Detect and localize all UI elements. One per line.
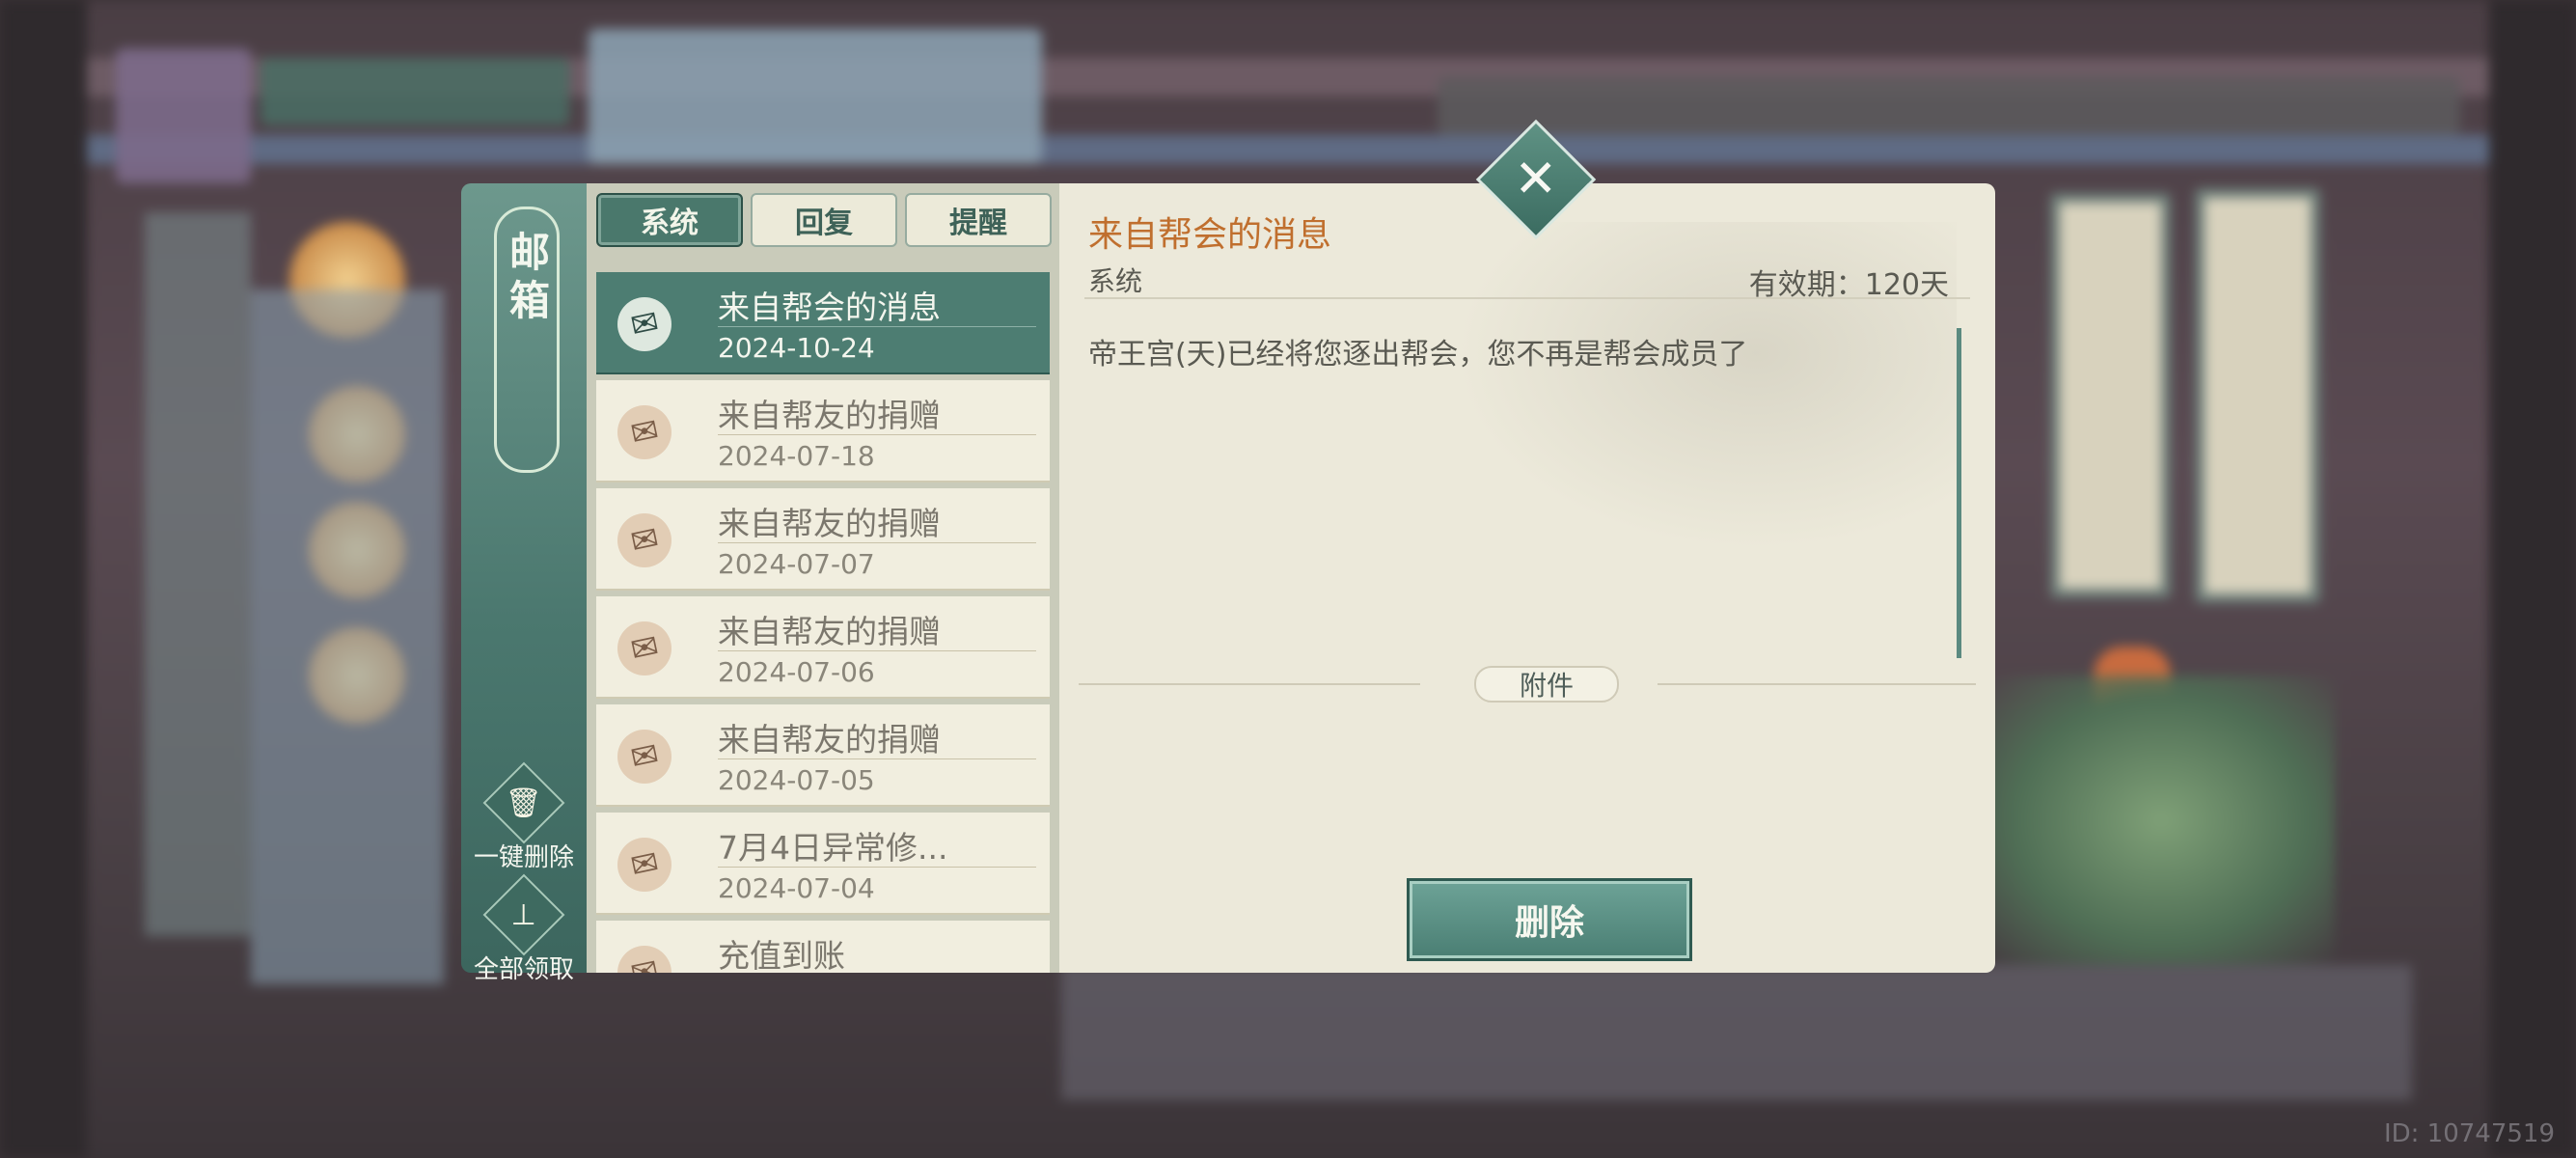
tab-reminder[interactable]: 提醒 [905, 193, 1052, 247]
mail-detail-sender: 系统 [1088, 265, 1143, 297]
mail-tabs: 系统 回复 提醒 [596, 193, 1052, 247]
mail-envelope-icon: ✉ [617, 838, 671, 892]
claim-all-button[interactable]: ⊥ 全部领取 [461, 873, 587, 985]
mailbox-title-plaque: 邮箱 [494, 207, 560, 473]
mail-detail-body: 帝王宫(天)已经将您逐出帮会，您不再是帮会成员了 [1088, 338, 1748, 372]
mail-subject: 来自帮友的捐赠 [718, 721, 941, 758]
mail-item[interactable]: ✉ 来自帮友的捐赠 2024-07-06 [596, 596, 1050, 699]
mail-detail-title: 来自帮会的消息 [1088, 215, 1332, 255]
mail-item[interactable]: ✉ 充值到账 [596, 921, 1050, 973]
mail-list: ✉ 来自帮会的消息 2024-10-24 ✉ 来自帮友的捐赠 2024-07-1… [596, 272, 1050, 973]
mail-date: 2024-07-18 [718, 440, 875, 472]
mail-list-panel: 系统 回复 提醒 ✉ 来自帮会的消息 2024-10-24 ✉ 来自帮友的捐赠 … [587, 183, 1059, 973]
player-id-watermark: ID: 10747519 [2383, 1119, 2555, 1148]
mail-envelope-icon: ✉ [617, 513, 671, 567]
mailbox-dialog: 邮箱 🗑 一键删除 ⊥ 全部领取 系统 回复 提醒 ✉ 来自帮会的消息 2024… [461, 183, 1995, 984]
mail-item[interactable]: ✉ 来自帮友的捐赠 2024-07-05 [596, 704, 1050, 807]
mail-subject: 来自帮友的捐赠 [718, 613, 941, 650]
mail-subject: 来自帮友的捐赠 [718, 505, 941, 542]
mail-date: 2024-07-05 [718, 764, 875, 796]
delete-mail-button[interactable]: 删除 [1407, 878, 1692, 961]
detail-scrollbar[interactable] [1957, 328, 1961, 658]
mail-subject: 来自帮友的捐赠 [718, 397, 941, 434]
attachments-label: 附件 [1474, 666, 1619, 703]
trash-icon: 🗑 [482, 761, 565, 844]
mail-date: 2024-10-24 [718, 332, 875, 364]
mail-envelope-icon: ✉ [617, 946, 671, 973]
mail-item[interactable]: ✉ 7月4日异常修... 2024-07-04 [596, 813, 1050, 915]
mail-envelope-icon: ✉ [617, 730, 671, 784]
mail-subject: 7月4日异常修... [718, 829, 948, 867]
attachment-divider-right [1658, 683, 1976, 685]
tab-reply[interactable]: 回复 [751, 193, 897, 247]
mail-date: 2024-07-06 [718, 656, 875, 688]
mail-date: 2024-07-04 [718, 872, 875, 904]
mail-item[interactable]: ✉ 来自帮友的捐赠 2024-07-07 [596, 488, 1050, 591]
mail-item[interactable]: ✉ 来自帮会的消息 2024-10-24 [596, 272, 1050, 374]
close-icon: ✕ [1514, 149, 1558, 209]
mail-subject: 充值到账 [718, 937, 845, 973]
detail-divider [1084, 297, 1970, 299]
mail-date: 2024-07-07 [718, 548, 875, 580]
mail-envelope-icon: ✉ [617, 621, 671, 676]
tab-system[interactable]: 系统 [596, 193, 743, 247]
mail-item[interactable]: ✉ 来自帮友的捐赠 2024-07-18 [596, 380, 1050, 482]
mailbox-sidebar: 邮箱 🗑 一键删除 ⊥ 全部领取 [461, 183, 587, 984]
claim-icon: ⊥ [482, 873, 565, 956]
attachment-divider-left [1079, 683, 1420, 685]
mail-subject: 来自帮会的消息 [718, 289, 941, 326]
mail-envelope-icon: ✉ [617, 297, 671, 351]
mail-envelope-icon: ✉ [617, 405, 671, 459]
mailbox-title: 邮箱 [503, 231, 551, 327]
delete-all-button[interactable]: 🗑 一键删除 [461, 761, 587, 873]
mail-detail-panel: 来自帮会的消息 系统 有效期：120天 帝王宫(天)已经将您逐出帮会，您不再是帮… [1059, 183, 1995, 973]
